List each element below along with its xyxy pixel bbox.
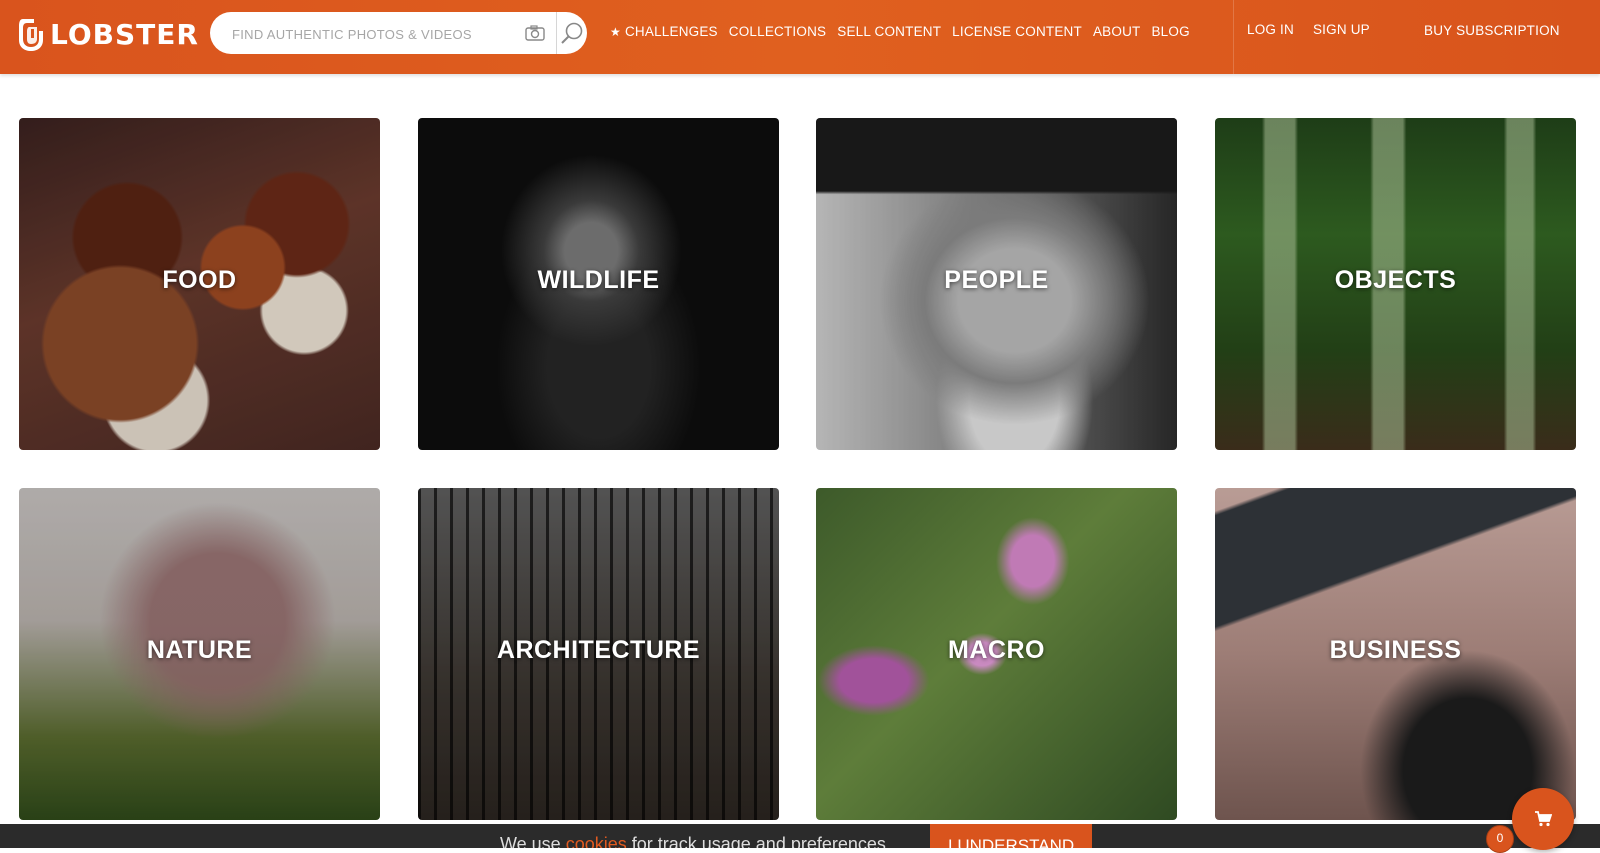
search-button[interactable] <box>557 12 587 54</box>
lobster-logo-icon <box>19 19 43 51</box>
cookies-link[interactable]: cookies <box>566 834 627 848</box>
star-icon: ★ <box>610 24 621 39</box>
category-label: NATURE <box>146 636 253 664</box>
site-logo[interactable]: LOBSTER <box>18 17 199 51</box>
category-label: BUSINESS <box>1329 636 1462 664</box>
camera-icon <box>525 25 545 41</box>
category-tile-nature[interactable]: NATURE <box>19 488 380 820</box>
category-label: FOOD <box>162 266 237 294</box>
brand-name: LOBSTER <box>50 17 199 51</box>
nav-challenges[interactable]: ★ CHALLENGES <box>610 24 718 39</box>
camera-search-button[interactable] <box>515 12 555 54</box>
category-label: PEOPLE <box>944 266 1049 294</box>
nav-blog[interactable]: BLOG <box>1151 24 1189 39</box>
category-tile-wildlife[interactable]: WILDLIFE <box>418 118 779 450</box>
category-tile-people[interactable]: PEOPLE <box>816 118 1177 450</box>
auth-links: LOG IN SIGN UP <box>1247 22 1389 37</box>
magnifier-icon <box>561 22 583 44</box>
signup-link[interactable]: SIGN UP <box>1313 22 1370 37</box>
search-bar <box>210 12 587 54</box>
cart-count-badge: 0 <box>1486 825 1514 853</box>
category-label: OBJECTS <box>1334 266 1457 294</box>
category-label: ARCHITECTURE <box>496 636 701 664</box>
category-tile-macro[interactable]: MACRO <box>816 488 1177 820</box>
cart-button[interactable] <box>1512 788 1574 850</box>
buy-subscription-link[interactable]: BUY SUBSCRIPTION <box>1424 23 1560 38</box>
header-divider <box>1233 0 1234 74</box>
nav-collections[interactable]: COLLECTIONS <box>729 24 826 39</box>
category-tile-objects[interactable]: OBJECTS <box>1215 118 1576 450</box>
top-header: LOBSTER ★ CHALLENGES COLLECTIONS SELL CO… <box>0 0 1600 74</box>
nav-sell-content[interactable]: SELL CONTENT <box>837 24 941 39</box>
nav-about[interactable]: ABOUT <box>1093 24 1141 39</box>
nav-license-content[interactable]: LICENSE CONTENT <box>952 24 1082 39</box>
main-nav: ★ CHALLENGES COLLECTIONS SELL CONTENT LI… <box>610 24 1201 39</box>
category-tile-business[interactable]: BUSINESS <box>1215 488 1576 820</box>
cookie-message: We use cookies for track usage and prefe… <box>500 834 886 848</box>
search-input[interactable] <box>230 23 514 45</box>
category-tile-food[interactable]: FOOD <box>19 118 380 450</box>
cookie-accept-button[interactable]: I UNDERSTAND <box>930 824 1092 848</box>
cookie-banner: We use cookies for track usage and prefe… <box>0 824 1600 848</box>
category-tile-architecture[interactable]: ARCHITECTURE <box>418 488 779 820</box>
category-label: WILDLIFE <box>537 266 660 294</box>
cart-icon <box>1535 811 1552 827</box>
category-label: MACRO <box>948 636 1045 664</box>
login-link[interactable]: LOG IN <box>1247 22 1294 37</box>
nav-challenges-label: CHALLENGES <box>624 24 718 39</box>
